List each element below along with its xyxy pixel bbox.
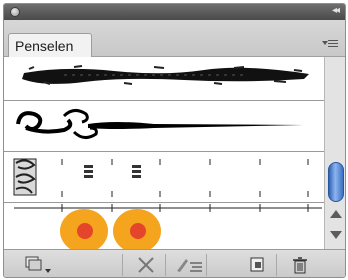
toolbar-divider bbox=[206, 254, 207, 276]
vertical-scrollbar[interactable] bbox=[324, 57, 345, 249]
scroll-thumb[interactable] bbox=[328, 162, 344, 202]
delete-brush-icon[interactable] bbox=[290, 255, 310, 275]
panel-tabbar: Penselen bbox=[4, 20, 345, 58]
brushes-panel: ◂◂ Penselen bbox=[3, 3, 346, 278]
brush-charcoal[interactable] bbox=[4, 57, 324, 101]
panel-titlebar: ◂◂ bbox=[4, 4, 345, 20]
panel-menu-icon[interactable] bbox=[322, 38, 340, 50]
tab-penselen[interactable]: Penselen bbox=[8, 33, 92, 58]
brush-ornament[interactable] bbox=[4, 102, 324, 152]
remove-stroke-icon[interactable] bbox=[136, 255, 156, 275]
close-icon[interactable] bbox=[10, 7, 20, 17]
scroll-up-icon[interactable] bbox=[330, 210, 342, 218]
panel-toolbar bbox=[4, 249, 345, 277]
toolbar-divider bbox=[122, 254, 123, 276]
circles-stroke-preview bbox=[14, 204, 322, 249]
pattern-stroke-preview bbox=[13, 158, 309, 197]
charcoal-stroke-preview bbox=[22, 65, 309, 85]
brush-pattern[interactable] bbox=[4, 153, 324, 203]
brush-circles[interactable] bbox=[4, 204, 324, 249]
brush-list bbox=[4, 57, 324, 249]
ornament-stroke-preview bbox=[16, 109, 304, 139]
brush-options-icon[interactable] bbox=[174, 255, 204, 275]
toolbar-divider bbox=[165, 254, 166, 276]
scroll-down-icon[interactable] bbox=[330, 231, 342, 239]
collapse-icon[interactable]: ◂◂ bbox=[332, 5, 340, 16]
new-brush-icon[interactable] bbox=[247, 255, 267, 275]
tab-label: Penselen bbox=[15, 38, 74, 54]
toolbar-divider bbox=[276, 254, 277, 276]
brush-library-menu-icon[interactable] bbox=[22, 255, 52, 275]
